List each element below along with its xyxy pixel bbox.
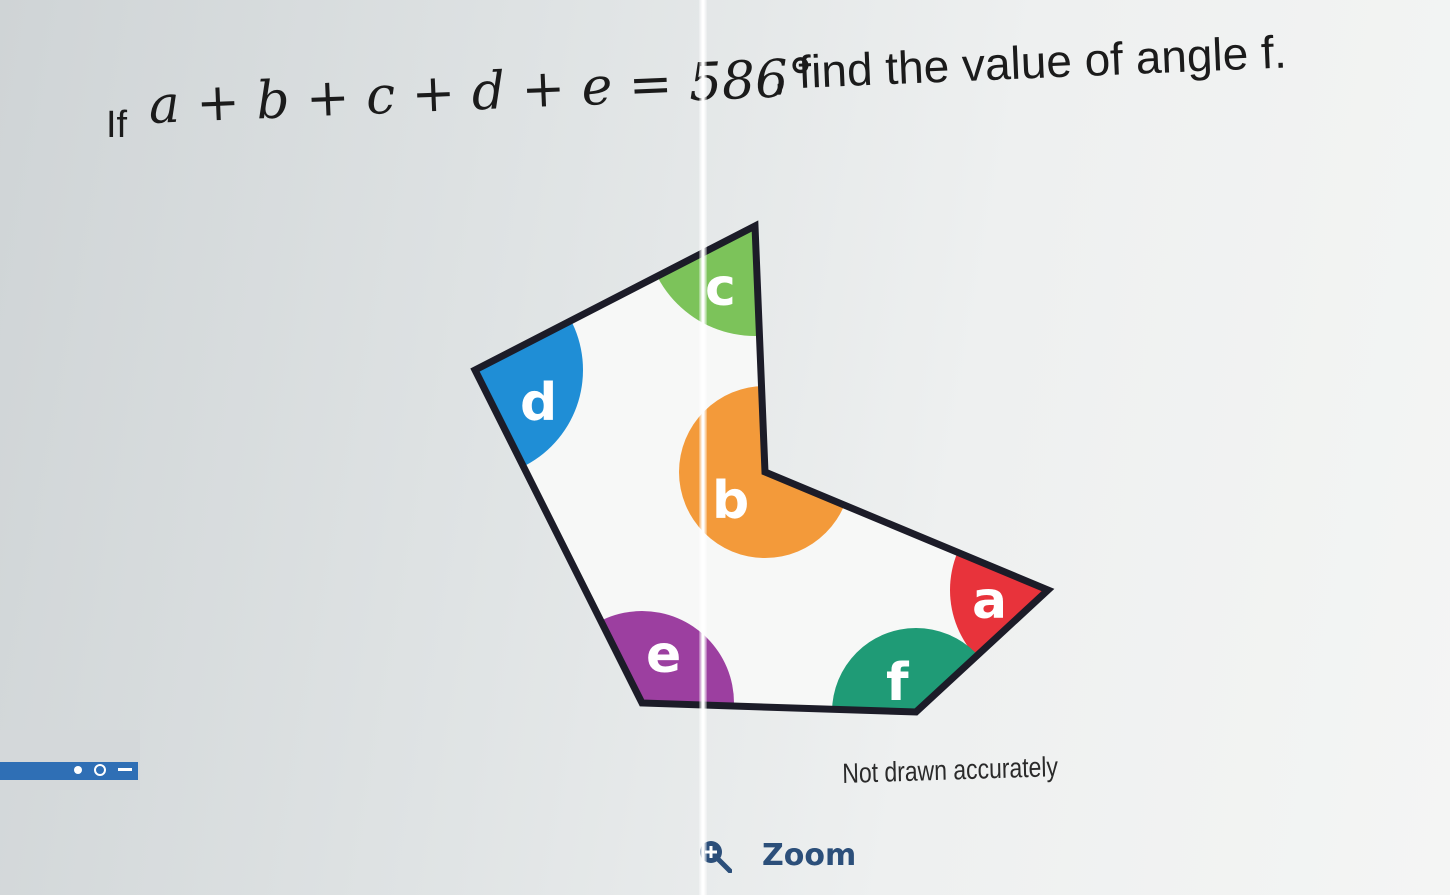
polygon-diagram: c d b a f e: [470, 220, 1055, 716]
angle-label-a: a: [972, 571, 1007, 631]
angle-label-d: d: [520, 373, 557, 433]
angle-label-b: b: [712, 471, 749, 531]
zoom-label: Zoom: [762, 838, 857, 873]
angle-label-f: f: [886, 653, 910, 713]
zoom-button[interactable]: Zoom: [698, 838, 856, 873]
angle-label-c: c: [705, 258, 736, 318]
zoom-in-icon: [698, 839, 733, 873]
angle-label-e: e: [646, 625, 681, 685]
